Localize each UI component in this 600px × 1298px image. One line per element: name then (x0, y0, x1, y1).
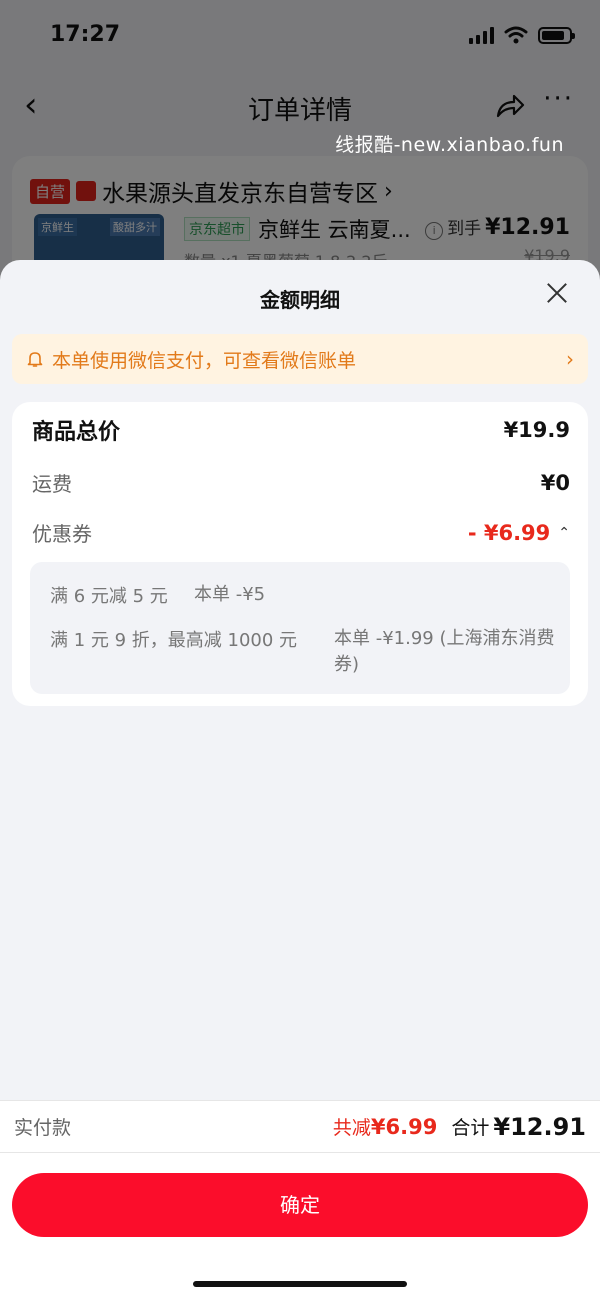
goods-total-label: 商品总价 (32, 420, 121, 445)
watermark: 线报酷-new.xianbao.fun (335, 134, 564, 156)
coupon-row[interactable]: 优惠券 - ¥6.99 ⌃ (32, 518, 570, 547)
total-savings-amount: ¥6.99 (370, 1114, 438, 1139)
payment-summary-row: 实付款 共减 ¥6.99 合计 ¥12.91 (0, 1101, 600, 1153)
wechat-pay-notice[interactable]: 本单使用微信支付，可查看微信账单 › (12, 334, 588, 384)
coupon-item-detail: 本单 -¥5 (194, 584, 266, 605)
goods-total-row: 商品总价 ¥19.9 (32, 414, 570, 446)
notice-text: 本单使用微信支付，可查看微信账单 (52, 349, 357, 372)
price-detail-card: 商品总价 ¥19.9 运费 ¥0 优惠券 - ¥6.99 ⌃ 满 6 元减 5 … (12, 402, 588, 706)
shipping-row: 运费 ¥0 (32, 468, 570, 497)
coupon-item: 满 1 元 9 折，最高减 1000 元 本单 -¥1.99 (上海浦东消费券) (50, 626, 570, 678)
sheet-title: 金额明细 (260, 288, 340, 312)
close-icon[interactable] (546, 282, 568, 304)
bell-icon (27, 352, 43, 367)
goods-total-value: ¥19.9 (503, 418, 570, 442)
coupon-item-name: 满 6 元减 5 元 (50, 586, 168, 607)
coupon-value: - ¥6.99 (467, 520, 551, 545)
coupon-item-name: 满 1 元 9 折，最高减 1000 元 (50, 630, 298, 651)
coupon-value-group: - ¥6.99 ⌃ (468, 521, 570, 545)
chevron-right-icon: › (566, 347, 574, 371)
coupon-list: 满 6 元减 5 元 本单 -¥5 满 1 元 9 折，最高减 1000 元 本… (30, 562, 570, 694)
total-savings-label: 共减 (332, 1117, 371, 1139)
grand-total-label: 合计 (451, 1117, 490, 1139)
shipping-label: 运费 (32, 472, 72, 496)
chevron-up-icon[interactable]: ⌃ (558, 525, 570, 541)
coupon-label: 优惠券 (32, 522, 92, 546)
grand-total-amount: ¥12.91 (493, 1112, 586, 1141)
checkout-footer: 实付款 共减 ¥6.99 合计 ¥12.91 确定 (0, 1100, 600, 1298)
coupon-item-detail: 本单 -¥1.99 (上海浦东消费券) (334, 628, 555, 675)
home-indicator[interactable] (193, 1281, 407, 1287)
coupon-item: 满 6 元减 5 元 本单 -¥5 (50, 582, 265, 608)
confirm-button[interactable]: 确定 (12, 1173, 588, 1237)
shipping-value: ¥0 (540, 470, 570, 495)
actual-payment-label: 实付款 (14, 1117, 72, 1139)
